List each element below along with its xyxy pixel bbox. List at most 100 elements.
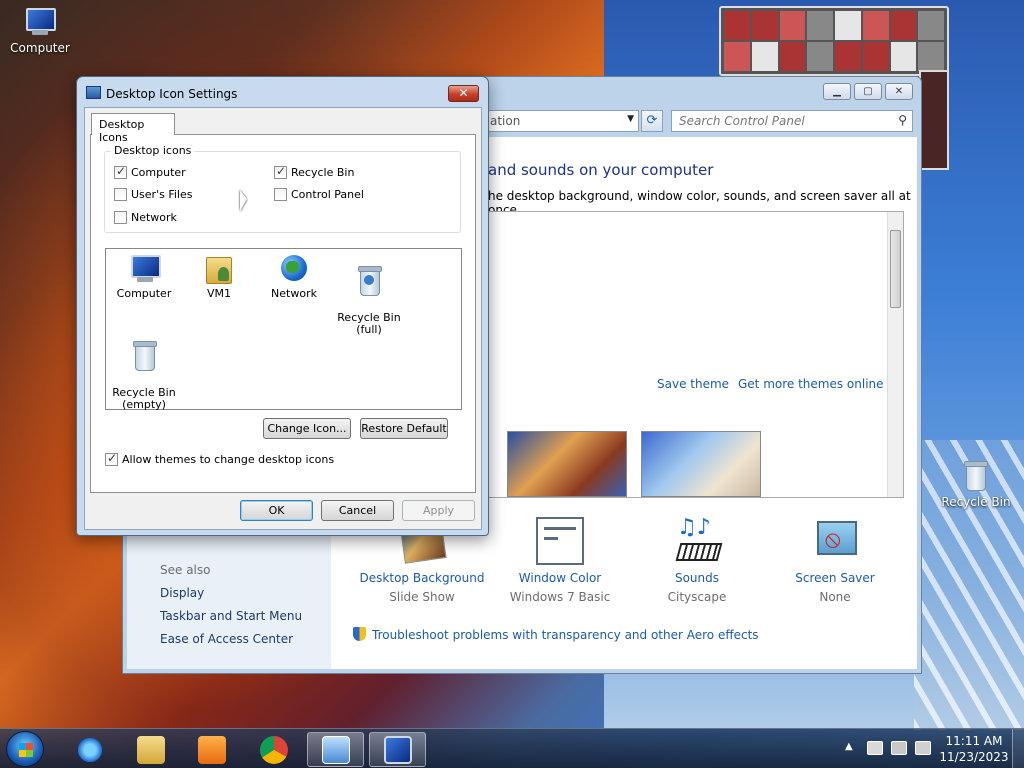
restore-default-button[interactable]: Restore Default [360, 418, 448, 439]
tile-label: Desktop Background [359, 571, 485, 585]
show-hidden-icons-icon[interactable]: ▲ [845, 741, 853, 752]
icon-list[interactable]: Computer VM1 Network Recycle Bin (full) … [105, 248, 462, 411]
checkbox-users-files[interactable]: User's Files [114, 188, 192, 201]
link-taskbar-start-menu[interactable]: Taskbar and Start Menu [160, 609, 302, 623]
theme-scrollbar[interactable] [887, 212, 903, 497]
tile-window-color[interactable]: Window Color Windows 7 Basic [495, 517, 625, 604]
page-heading: and sounds on your computer [488, 161, 714, 179]
desktop-icon-settings-dialog[interactable]: Desktop Icon Settings ✕ Desktop Icons De… [76, 76, 489, 536]
show-desktop-button[interactable] [1012, 729, 1024, 768]
search-input[interactable]: Search Control Panel ⚲ [671, 110, 913, 132]
taskbar-control-panel[interactable] [307, 732, 364, 767]
chevron-down-icon[interactable]: ▼ [627, 114, 634, 124]
refresh-icon[interactable]: ⟳ [641, 110, 663, 132]
close-button[interactable]: ✕ [885, 83, 913, 100]
checkbox-box[interactable] [114, 188, 127, 201]
clock-date: 11/23/2023 [939, 750, 1009, 764]
list-item-label: Network [271, 287, 317, 300]
sounds-icon [673, 515, 721, 565]
tile-screen-saver[interactable]: Screen Saver None [770, 517, 900, 604]
troubleshoot-text: Troubleshoot problems with transparency … [372, 628, 759, 642]
theme-thumbnail[interactable] [507, 431, 627, 497]
checkbox-allow-themes[interactable]: Allow themes to change desktop icons [105, 451, 335, 466]
tab-desktop-icons[interactable]: Desktop Icons [91, 113, 175, 144]
group-label: Desktop icons [111, 144, 195, 157]
gadget-strip[interactable] [919, 70, 949, 170]
address-text: ation [490, 114, 521, 128]
dialog-title: Desktop Icon Settings [106, 87, 238, 101]
checkbox-computer[interactable]: Computer [114, 164, 186, 179]
tile-sounds[interactable]: Sounds Cityscape [632, 515, 762, 604]
mouse-cursor [240, 190, 247, 215]
list-item-label: Computer [116, 287, 172, 300]
cancel-button[interactable]: Cancel [321, 500, 394, 521]
dialog-close-button[interactable]: ✕ [448, 85, 479, 102]
tile-value: Windows 7 Basic [509, 590, 611, 604]
checkbox-box[interactable] [274, 188, 287, 201]
save-theme-link[interactable]: Save theme [657, 377, 729, 391]
action-center-icon[interactable] [867, 741, 883, 755]
taskbar-explorer[interactable] [122, 732, 179, 767]
list-item[interactable]: VM1 [181, 253, 257, 300]
search-icon[interactable]: ⚲ [898, 113, 907, 127]
checkbox-recycle-bin[interactable]: Recycle Bin [274, 164, 355, 179]
user-folder-icon [203, 253, 235, 285]
link-display[interactable]: Display [160, 586, 204, 600]
desktop-icon-label: Computer [10, 41, 70, 55]
computer-icon [23, 6, 57, 38]
desktop-icon-label: Recycle Bin [941, 495, 1011, 509]
tab-panel: Desktop icons Computer User's Files Netw… [90, 134, 476, 493]
list-item[interactable]: Computer [106, 253, 182, 300]
tile-label: Sounds [674, 571, 720, 585]
checkbox-label: User's Files [131, 188, 193, 201]
get-more-themes-link[interactable]: Get more themes online [738, 377, 884, 391]
list-item-label: VM1 [206, 287, 231, 300]
checkbox-label: Allow themes to change desktop icons [122, 453, 335, 466]
clock-time: 11:11 AM [945, 734, 1003, 748]
control-panel-icon [321, 735, 350, 764]
checkbox-control-panel[interactable]: Control Panel [274, 188, 364, 201]
link-ease-of-access[interactable]: Ease of Access Center [160, 632, 293, 646]
computer-icon [128, 253, 161, 285]
taskbar-desktop-icon-settings[interactable] [369, 732, 426, 767]
desktop-icon-computer[interactable]: Computer [2, 6, 78, 55]
checkbox-box[interactable] [114, 211, 127, 224]
taskbar-clock[interactable]: 11:11 AM 11/23/2023 [938, 733, 1010, 765]
tile-value: Slide Show [389, 590, 455, 604]
screen-saver-icon [811, 517, 859, 565]
volume-icon[interactable] [915, 741, 931, 755]
minimize-button[interactable]: ▁ [823, 83, 851, 100]
taskbar-media-player[interactable] [183, 732, 240, 767]
network-icon [278, 253, 310, 285]
tile-value: None [819, 590, 851, 604]
checkbox-label: Network [131, 211, 177, 224]
taskbar-internet-explorer[interactable] [61, 732, 118, 767]
desktop-icons-group: Desktop icons Computer User's Files Netw… [104, 144, 461, 233]
recycle-bin-empty-icon [128, 340, 160, 372]
taskbar-chrome[interactable] [245, 732, 302, 767]
list-item-label: Recycle Bin (empty) [112, 386, 176, 411]
checkbox-box[interactable] [105, 451, 118, 466]
maximize-button[interactable]: ▢ [854, 83, 882, 100]
checkbox-box[interactable] [274, 164, 287, 179]
desktop-icon-recycle-bin[interactable]: Recycle Bin [938, 460, 1014, 509]
folder-icon [136, 735, 165, 764]
address-bar[interactable]: ation ▼ [483, 110, 639, 132]
list-item[interactable]: Recycle Bin (full) [331, 253, 407, 348]
change-icon-button[interactable]: Change Icon... [263, 418, 351, 439]
checkbox-box[interactable] [114, 164, 127, 179]
see-also-label: See also [160, 563, 211, 577]
media-gadget[interactable] [719, 6, 949, 76]
search-placeholder: Search Control Panel [679, 114, 805, 128]
checkbox-label: Recycle Bin [291, 166, 355, 179]
start-button[interactable] [6, 731, 44, 767]
checkbox-network[interactable]: Network [114, 211, 177, 224]
media-player-icon [197, 735, 226, 764]
network-status-icon[interactable] [891, 741, 907, 755]
ok-button[interactable]: OK [240, 500, 313, 521]
theme-thumbnail[interactable] [641, 431, 761, 497]
apply-button[interactable]: Apply [402, 500, 475, 521]
troubleshoot-link[interactable]: Troubleshoot problems with transparency … [353, 627, 759, 642]
list-item[interactable]: Recycle Bin (empty) [106, 328, 182, 423]
list-item[interactable]: Network [256, 253, 332, 300]
